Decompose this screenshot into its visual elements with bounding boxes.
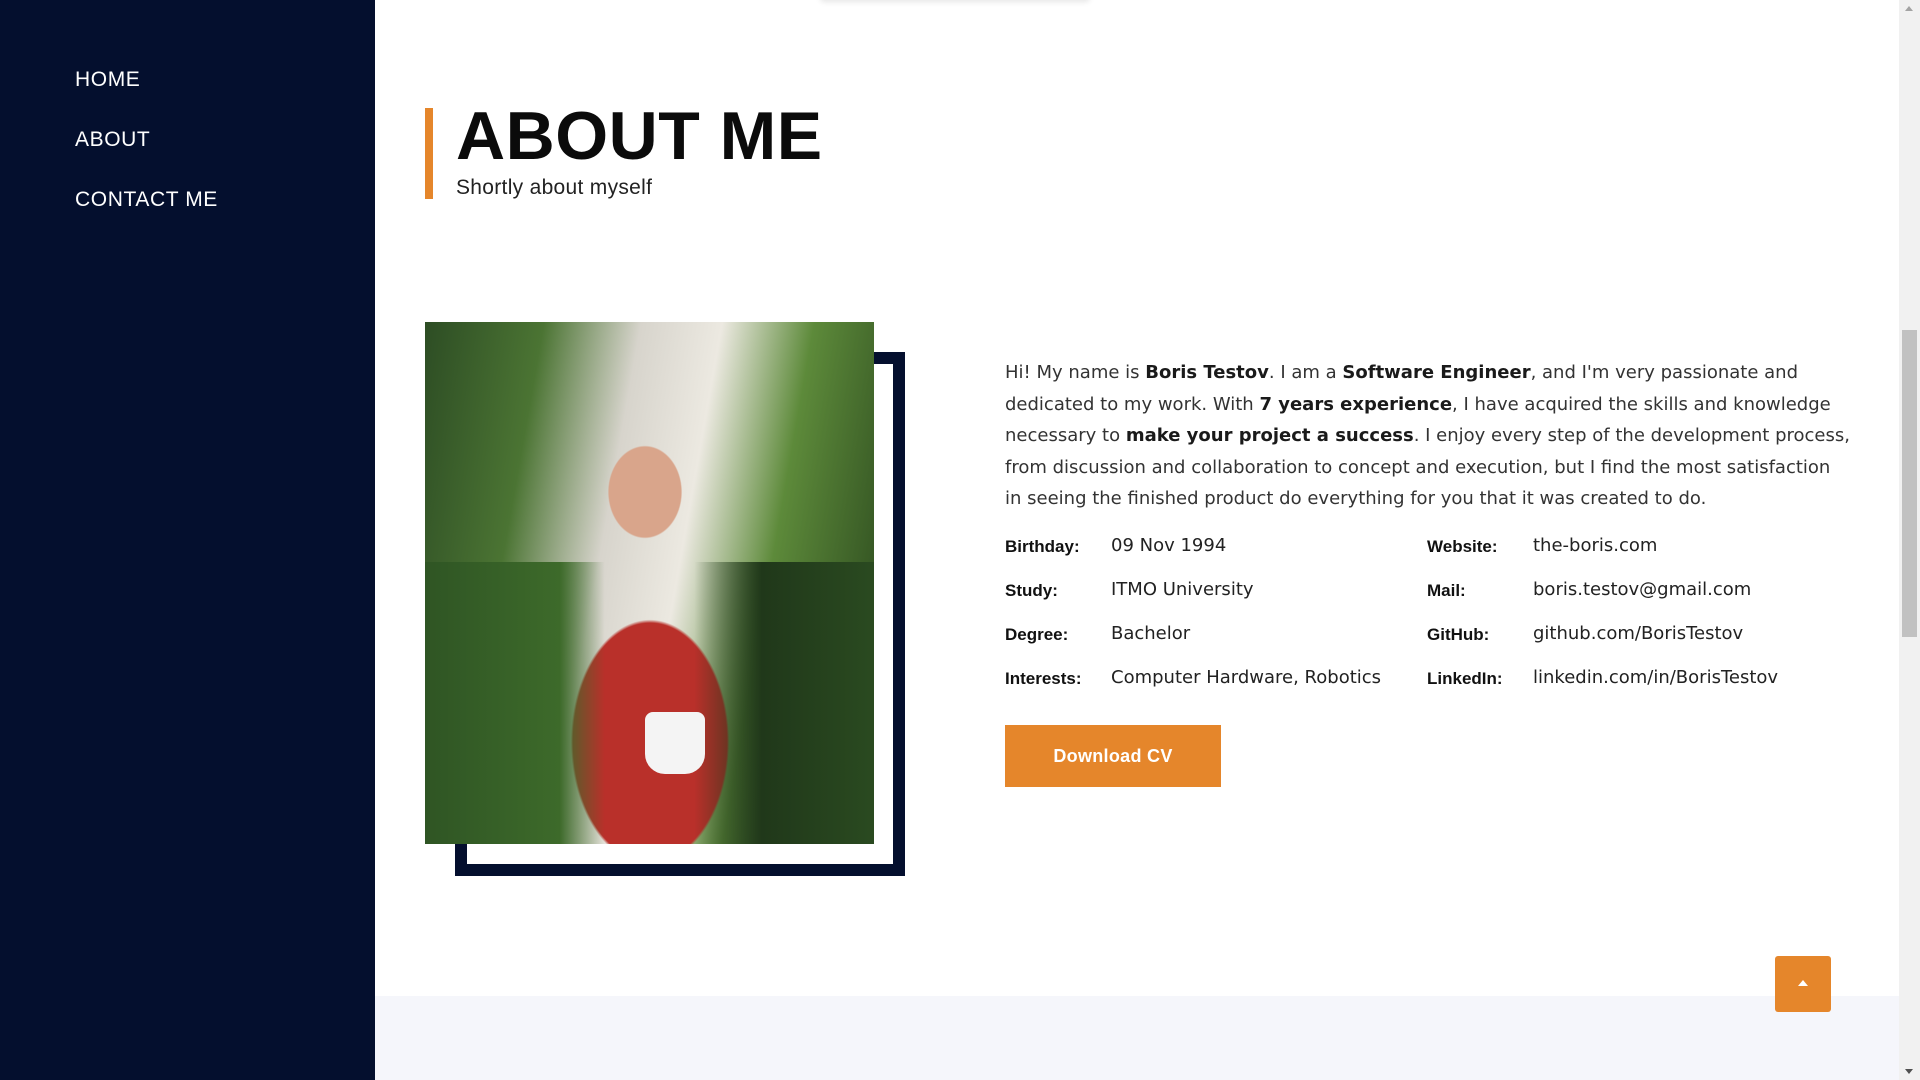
- page-subtitle: Shortly about myself: [456, 176, 653, 199]
- info-value: the-boris.com: [1533, 535, 1658, 556]
- sidebar-nav: HOME ABOUT CONTACT ME: [75, 68, 218, 248]
- info-value: 09 Nov 1994: [1111, 535, 1227, 556]
- profile-photo-block: [425, 322, 905, 876]
- info-value: Computer Hardware, Robotics: [1111, 667, 1382, 688]
- sidebar: HOME ABOUT CONTACT ME: [0, 0, 375, 1080]
- info-label: Study:: [1005, 581, 1058, 600]
- bio-segment: . I am a: [1268, 362, 1343, 383]
- profile-photo: [425, 322, 874, 844]
- sidebar-item-home: HOME: [75, 68, 218, 128]
- personal-info-left: Birthday: 09 Nov 1994 Study: ITMO Univer…: [1005, 533, 1425, 709]
- info-label: LinkedIn:: [1427, 669, 1503, 688]
- sidebar-item-about: ABOUT: [75, 128, 218, 188]
- info-value: linkedin.com/in/BorisTestov: [1533, 667, 1779, 688]
- info-row-github: GitHub: github.com/BorisTestov: [1427, 621, 1847, 665]
- sidebar-item-contact: CONTACT ME: [75, 188, 218, 248]
- bio-experience: 7 years experience: [1259, 393, 1453, 415]
- bio-segment: Hi! My name is: [1005, 362, 1146, 383]
- download-cv-button[interactable]: Download CV: [1005, 725, 1221, 787]
- scroll-down-arrow-icon[interactable]: [1905, 1069, 1913, 1074]
- next-section: [375, 996, 1899, 1080]
- back-to-top-button[interactable]: [1775, 956, 1831, 1012]
- info-row-birthday: Birthday: 09 Nov 1994: [1005, 533, 1425, 577]
- info-row-study: Study: ITMO University: [1005, 577, 1425, 621]
- nav-link-contact[interactable]: CONTACT ME: [75, 188, 218, 212]
- nav-link-home[interactable]: HOME: [75, 68, 140, 92]
- info-row-degree: Degree: Bachelor: [1005, 621, 1425, 665]
- personal-info-right: Website: the-boris.com Mail: boris.testo…: [1427, 533, 1847, 709]
- info-label: Website:: [1427, 537, 1498, 556]
- page-title: ABOUT ME: [456, 98, 823, 174]
- main-content: ABOUT ME Shortly about myself Hi! My nam…: [375, 0, 1899, 1080]
- info-value: ITMO University: [1111, 579, 1254, 600]
- nav-link-about[interactable]: ABOUT: [75, 128, 150, 152]
- bio-name: Boris Testov: [1145, 362, 1269, 383]
- info-row-linkedin: LinkedIn: linkedin.com/in/BorisTestov: [1427, 665, 1847, 709]
- scroll-up-arrow-icon[interactable]: [1905, 6, 1913, 11]
- info-label: Degree:: [1005, 625, 1069, 644]
- info-label: Birthday:: [1005, 537, 1080, 556]
- info-label: Mail:: [1427, 581, 1466, 600]
- info-value: boris.testov@gmail.com: [1533, 579, 1752, 600]
- info-label: GitHub:: [1427, 625, 1490, 644]
- bio-text: Hi! My name is Boris Testov. I am a Soft…: [1005, 357, 1850, 515]
- info-value: Bachelor: [1111, 623, 1191, 644]
- bio-role: Software Engineer: [1342, 362, 1531, 383]
- caret-up-icon: [1798, 980, 1808, 986]
- bio-promise: make your project a success: [1125, 425, 1414, 446]
- info-value: github.com/BorisTestov: [1533, 623, 1744, 644]
- info-row-interests: Interests: Computer Hardware, Robotics: [1005, 665, 1425, 709]
- scrollbar-thumb[interactable]: [1902, 330, 1917, 637]
- section-heading: ABOUT ME Shortly about myself: [425, 98, 823, 199]
- page-scrollbar[interactable]: [1899, 0, 1920, 1080]
- info-row-mail: Mail: boris.testov@gmail.com: [1427, 577, 1847, 621]
- info-row-website: Website: the-boris.com: [1427, 533, 1847, 577]
- info-label: Interests:: [1005, 669, 1082, 688]
